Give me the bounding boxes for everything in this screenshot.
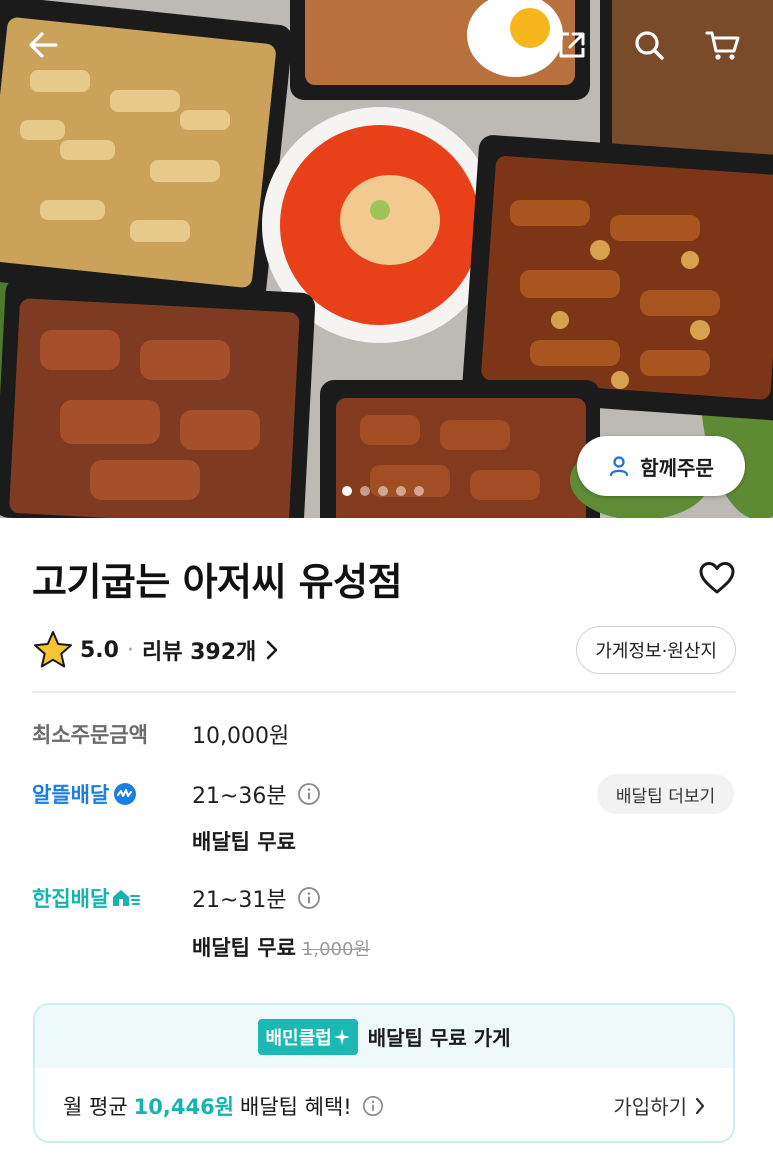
rating-row: 5.0 · 리뷰 392개 가게정보·원산지 [32,624,736,676]
info-icon [362,1095,383,1116]
alddeul-badge-icon [114,783,137,805]
alddeul-label: 알뜰배달 [32,783,110,807]
hanjip-house-icon [113,890,141,906]
person-icon [610,456,629,477]
alddeul-label-group: 알뜰배달 [32,779,192,809]
divider [32,691,736,693]
club-amount: 10,446원 [133,1094,234,1119]
alddeul-fee: 배달팁 무료 [192,830,296,854]
club-badge-label: 배민클럽 [265,1027,332,1049]
chevron-right-icon [266,640,278,660]
alddeul-time: 21~36분 [192,784,287,809]
delivery-option-hanjip: 한집배달 21~31분 [32,880,321,916]
carousel-dot [378,486,388,496]
hanjip-info-button[interactable] [297,886,321,910]
search-button[interactable] [626,22,672,68]
together-order-button[interactable]: 함께주문 [577,436,745,496]
info-icon [297,783,320,805]
hanjip-label-group: 한집배달 [32,883,192,913]
hero-image-carousel[interactable]: 함께주문 [0,0,773,518]
favorite-button[interactable] [693,554,741,602]
cart-button[interactable] [700,22,746,68]
search-icon [635,31,664,60]
delivery-fee-more-button[interactable]: 배달팁 더보기 [597,774,734,814]
club-title: 배달팁 무료 가게 [367,1026,511,1050]
review-link[interactable]: 리뷰 392개 [142,634,278,666]
together-order-label: 함께주문 [640,455,714,480]
store-title-row: 고기굽는 아저씨 유성점 [32,548,741,608]
club-card-header: 배민클럽 배달팁 무료 가게 [35,1005,733,1068]
min-order-row: 최소주문금액 10,000원 [32,716,289,752]
store-info-button[interactable]: 가게정보·원산지 [576,626,736,674]
hanjip-fee-group: 배달팁 무료 1,000원 [192,932,370,962]
carousel-indicator [342,486,424,496]
hanjip-fee: 배달팁 무료 [192,936,296,960]
back-button[interactable] [20,22,66,68]
club-join-label: 가입하기 [613,1095,687,1119]
carousel-dot [342,486,352,496]
heart-icon [699,562,735,594]
sparkle-icon [333,1028,350,1045]
store-name: 고기굽는 아저씨 유성점 [32,559,403,604]
club-prefix: 월 평균 [63,1094,128,1119]
separator-dot: · [126,637,134,663]
star-icon [34,631,72,668]
chevron-right-icon [695,1097,705,1114]
min-order-value: 10,000원 [192,724,290,749]
alddeul-info-button[interactable] [297,782,321,806]
club-info-button[interactable] [362,1095,384,1117]
share-button[interactable] [549,22,595,68]
club-join-button[interactable]: 가입하기 [613,1091,705,1120]
review-count-label: 리뷰 392개 [141,640,257,665]
delivery-option-alddeul: 알뜰배달 21~36분 [32,776,321,812]
cart-icon [705,31,740,60]
club-suffix: 배달팁 혜택! [240,1094,352,1119]
hanjip-label: 한집배달 [32,887,110,911]
rating-value: 5.0 [80,637,119,663]
carousel-dot [414,486,424,496]
share-icon [559,32,585,58]
hanjip-original-fee: 1,000원 [301,939,371,960]
club-card-body: 월 평균 10,446원 배달팁 혜택! 가입하기 [35,1068,733,1141]
info-icon [297,887,320,909]
club-badge: 배민클럽 [257,1018,358,1055]
hanjip-time: 21~31분 [192,888,287,913]
carousel-dot [360,486,370,496]
baemin-club-card[interactable]: 배민클럽 배달팁 무료 가게 월 평균 10,446원 배달팁 혜택! 가입하기 [33,1003,735,1143]
min-order-label: 최소주문금액 [32,723,148,747]
back-arrow-icon [29,32,58,58]
carousel-dot [396,486,406,496]
